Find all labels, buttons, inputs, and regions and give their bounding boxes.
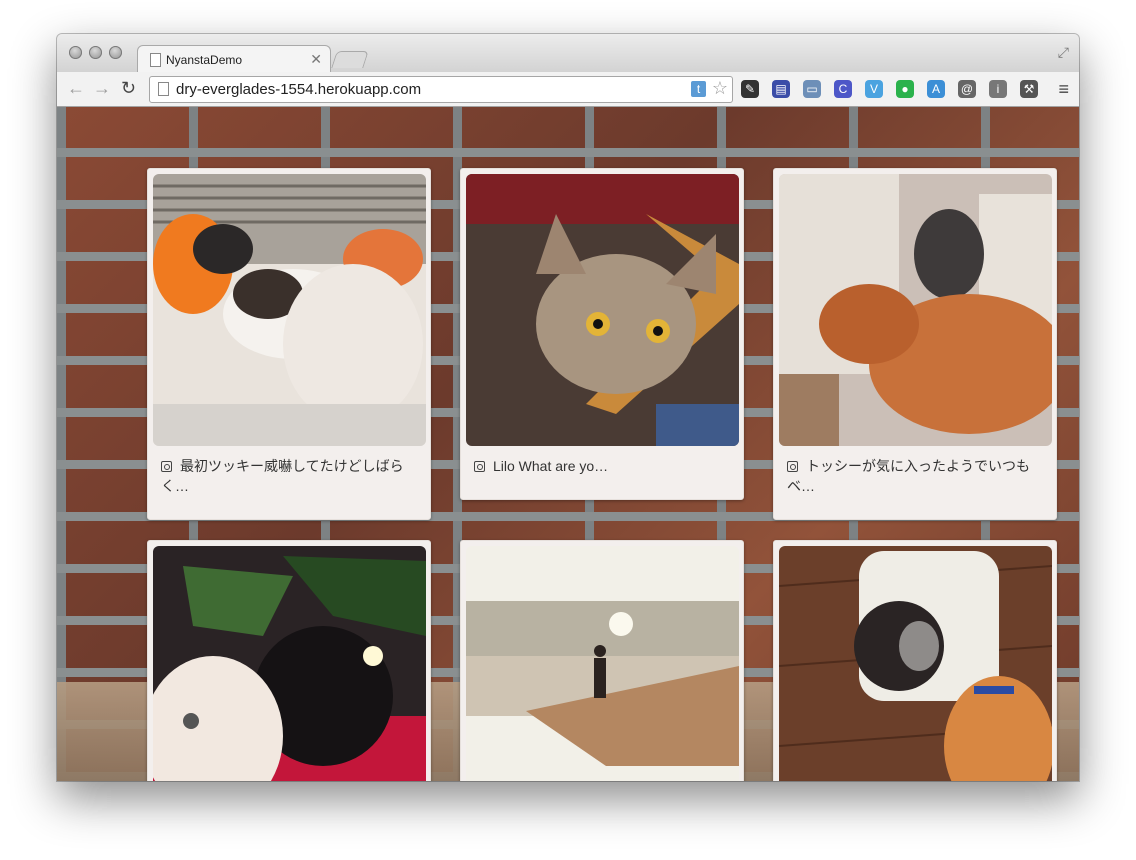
cats-with-carrier-image — [779, 546, 1052, 781]
close-window-button[interactable] — [69, 46, 82, 59]
post-card[interactable] — [147, 540, 431, 781]
instagram-icon — [787, 461, 798, 472]
minimize-window-button[interactable] — [89, 46, 102, 59]
zoom-window-button[interactable] — [109, 46, 122, 59]
mail-icon[interactable]: @ — [958, 80, 976, 98]
document-icon — [150, 53, 161, 67]
v-icon[interactable]: V — [865, 80, 883, 98]
hamburger-menu-icon[interactable]: ≡ — [1058, 79, 1069, 100]
window-icon[interactable]: ▭ — [803, 80, 821, 98]
close-tab-icon[interactable]: ✕ — [310, 51, 322, 68]
url-text[interactable]: dry-everglades-1554.herokuapp.com — [176, 81, 421, 98]
post-photo[interactable] — [153, 174, 426, 446]
post-card[interactable]: 最初ツッキー威嚇してたけどしばらく… — [147, 168, 431, 520]
post-caption: トッシーが気に入ったようでいつもベ… — [787, 456, 1043, 496]
page-viewport: 最初ツッキー威嚇してたけどしばらく… Lilo What are yo… トッシ… — [57, 107, 1079, 781]
fullscreen-icon[interactable]: ⤢ — [1058, 44, 1069, 61]
beach-silhouette-image — [466, 546, 739, 781]
toolbar: ← → ↻ dry-everglades-1554.herokuapp.com … — [57, 72, 1079, 107]
wrench-icon[interactable]: ⚒ — [1020, 80, 1038, 98]
back-icon[interactable]: ← — [67, 78, 85, 99]
post-card[interactable]: トッシーが気に入ったようでいつもベ… — [773, 168, 1057, 520]
post-photo[interactable] — [779, 546, 1052, 781]
forward-icon[interactable]: → — [93, 78, 111, 99]
post-caption: 最初ツッキー威嚇してたけどしばらく… — [161, 456, 417, 496]
caption-text: トッシーが気に入ったようでいつもベ… — [787, 458, 1030, 494]
translate-icon[interactable]: A — [927, 80, 945, 98]
pin-icon[interactable]: ✎ — [741, 80, 759, 98]
page-icon — [158, 82, 169, 96]
post-card[interactable] — [460, 540, 744, 781]
tabby-cat-image — [466, 174, 739, 446]
post-photo[interactable] — [779, 174, 1052, 446]
caption-text: Lilo What are yo… — [493, 458, 609, 474]
post-photo[interactable] — [466, 174, 739, 446]
feed-icon[interactable]: ▤ — [772, 80, 790, 98]
reload-icon[interactable]: ↻ — [121, 78, 136, 99]
tab-title: NyanstaDemo — [166, 53, 243, 67]
instagram-icon — [474, 461, 485, 472]
cats-under-tree-image — [153, 546, 426, 781]
bookmark-star-icon[interactable]: ☆ — [712, 78, 728, 99]
post-photo[interactable] — [466, 546, 739, 781]
post-caption: Lilo What are yo… — [474, 456, 730, 476]
address-bar[interactable]: dry-everglades-1554.herokuapp.com t ☆ — [149, 76, 733, 103]
t-badge-icon[interactable]: t — [691, 81, 706, 97]
post-photo[interactable] — [153, 546, 426, 781]
info-icon[interactable]: i — [989, 80, 1007, 98]
title-bar: NyanstaDemo ✕ ⤢ — [57, 34, 1079, 74]
new-tab-button[interactable] — [331, 51, 369, 68]
green-balloon-icon[interactable]: ● — [896, 80, 914, 98]
post-card[interactable]: Lilo What are yo… — [460, 168, 744, 500]
instagram-icon — [161, 461, 172, 472]
cats-on-bed-image — [153, 174, 426, 446]
cats-on-tower-image — [779, 174, 1052, 446]
c-icon[interactable]: C — [834, 80, 852, 98]
browser-window: NyanstaDemo ✕ ⤢ ← → ↻ dry-everglades-155… — [57, 34, 1079, 781]
browser-tab[interactable]: NyanstaDemo ✕ — [137, 45, 331, 74]
caption-text: 最初ツッキー威嚇してたけどしばらく… — [161, 458, 404, 494]
post-card[interactable] — [773, 540, 1057, 781]
